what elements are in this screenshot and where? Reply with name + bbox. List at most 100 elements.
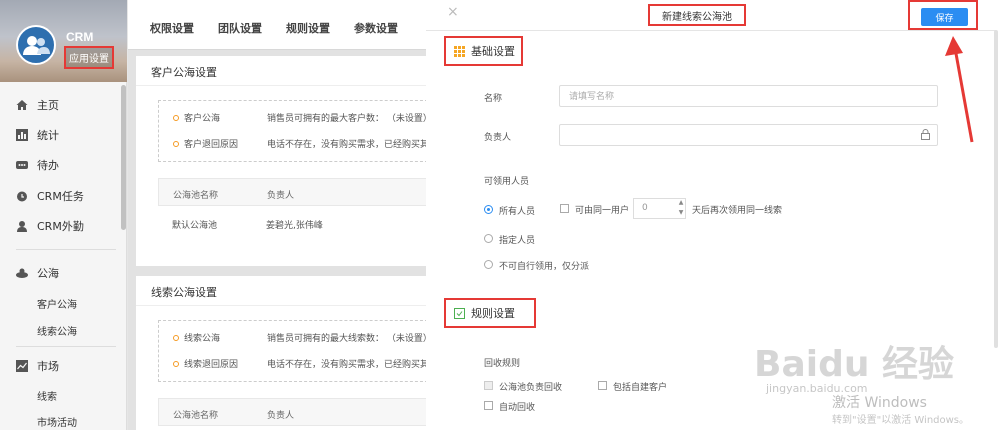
user-pin-icon bbox=[16, 220, 28, 232]
auto-recycle-checkbox[interactable] bbox=[484, 401, 493, 410]
crm-logo-icon bbox=[16, 25, 56, 65]
column-header: 负责人 bbox=[267, 411, 295, 421]
app-header: CRM 应用设置 bbox=[0, 0, 127, 82]
rule-item: 线索退回原因 bbox=[173, 357, 238, 370]
same-user-label: 可由同一用户 bbox=[575, 206, 630, 216]
radio-all-users[interactable] bbox=[484, 205, 493, 214]
sidebar-item-label: CRM任务 bbox=[37, 190, 84, 203]
trend-icon bbox=[16, 360, 28, 372]
owner-recycle-checkbox[interactable] bbox=[484, 381, 493, 390]
recycle-label: 回收规则 bbox=[484, 359, 521, 369]
sidebar-item-home[interactable]: 主页 bbox=[16, 94, 59, 116]
stepper-arrows-icon[interactable]: ▲ ▼ bbox=[676, 198, 686, 219]
same-user-checkbox[interactable] bbox=[560, 204, 569, 213]
card-title: 线索公海设置 bbox=[151, 286, 217, 299]
rule-desc: 销售员可拥有的最大客户数： （未设置） bbox=[267, 114, 432, 124]
rule-box: 线索公海 销售员可拥有的最大线索数： （未设置） 线索退回原因 电话不存在，没有… bbox=[158, 320, 432, 382]
sidebar-item-market[interactable]: 市场 bbox=[16, 355, 59, 377]
sidebar: CRM 应用设置 主页 统计 待办 CRM任务 CRM外勤 公海 客户公海 线索… bbox=[0, 0, 127, 430]
table-header: 公海池名称 负责人 bbox=[158, 178, 428, 206]
sidebar-sub-leads[interactable]: 线索 bbox=[37, 388, 57, 403]
column-header: 公海池名称 bbox=[173, 411, 219, 421]
windows-activation-title: 激活 Windows bbox=[832, 395, 927, 411]
chat-icon bbox=[16, 159, 28, 171]
sidebar-item-stats[interactable]: 统计 bbox=[16, 124, 59, 146]
baidu-watermark: Baidu 经验 bbox=[754, 344, 955, 385]
grid-icon bbox=[454, 45, 465, 57]
tab-rules[interactable]: 规则设置 bbox=[286, 20, 330, 36]
rule-desc: 销售员可拥有的最大线索数： （未设置） bbox=[267, 334, 432, 344]
save-highlight: 保存 bbox=[908, 0, 978, 30]
rule-box: 客户公海 销售员可拥有的最大客户数： （未设置） 客户退回原因 电话不存在，没有… bbox=[158, 100, 432, 162]
owner-input[interactable] bbox=[559, 124, 938, 146]
sidebar-item-label: 市场 bbox=[37, 360, 59, 373]
auto-recycle-label: 自动回收 bbox=[499, 403, 536, 413]
sidebar-scrollbar[interactable] bbox=[121, 85, 126, 230]
home-icon bbox=[16, 99, 28, 111]
card-title: 客户公海设置 bbox=[151, 66, 217, 79]
tab-permissions[interactable]: 权限设置 bbox=[150, 20, 194, 36]
rule-item: 客户公海 bbox=[173, 111, 220, 124]
lead-pool-card: 线索公海设置 线索公海 销售员可拥有的最大线索数： （未设置） 线索退回原因 电… bbox=[136, 276, 432, 430]
name-label: 名称 bbox=[484, 94, 503, 104]
lock-icon bbox=[921, 129, 930, 143]
rule-desc: 电话不存在，没有购买需求，已经购买其 bbox=[267, 360, 430, 370]
new-lead-pool-panel: × 新建线索公海池 保存 基础设置 名称 负责人 可领用人员 所有人员 可由同一… bbox=[426, 0, 1000, 430]
app-name: CRM bbox=[66, 30, 94, 44]
sidebar-item-pool[interactable]: 公海 bbox=[16, 262, 59, 284]
save-button[interactable]: 保存 bbox=[921, 8, 968, 26]
section-title: 规则设置 bbox=[471, 307, 515, 320]
pool-icon bbox=[16, 267, 28, 279]
sidebar-item-label: CRM外勤 bbox=[37, 220, 84, 233]
sidebar-item-label: 主页 bbox=[37, 99, 59, 112]
app-settings-link[interactable]: 应用设置 bbox=[64, 46, 114, 69]
sidebar-item-label: 统计 bbox=[37, 129, 59, 142]
column-header: 公海池名称 bbox=[173, 191, 219, 201]
close-icon[interactable]: × bbox=[447, 4, 459, 20]
sidebar-sub-campaigns[interactable]: 市场活动 bbox=[37, 414, 77, 429]
divider bbox=[426, 30, 996, 31]
owner-label: 负责人 bbox=[484, 133, 512, 143]
sidebar-divider bbox=[16, 249, 116, 250]
rule-icon bbox=[454, 307, 465, 319]
settings-tabs: 权限设置 团队设置 规则设置 参数设置 bbox=[128, 0, 426, 50]
pool-owner: 姜碧光,张伟峰 bbox=[266, 221, 323, 231]
column-header: 负责人 bbox=[267, 191, 295, 201]
sidebar-item-crm-task[interactable]: CRM任务 bbox=[16, 185, 84, 207]
pool-name: 默认公海池 bbox=[172, 221, 218, 231]
sidebar-item-crm-field[interactable]: CRM外勤 bbox=[16, 215, 84, 237]
radio-all-users-label: 所有人员 bbox=[499, 207, 536, 217]
rule-item: 线索公海 bbox=[173, 331, 220, 344]
rule-item: 客户退回原因 bbox=[173, 137, 238, 150]
include-self-label: 包括自建客户 bbox=[613, 383, 668, 393]
tab-params[interactable]: 参数设置 bbox=[354, 20, 398, 36]
alarm-icon bbox=[16, 190, 28, 202]
rule-desc: 电话不存在，没有购买需求，已经购买其 bbox=[267, 140, 430, 150]
radio-specified-label: 指定人员 bbox=[499, 236, 536, 246]
basic-settings-section: 基础设置 bbox=[444, 36, 523, 66]
radio-specified-users[interactable] bbox=[484, 234, 493, 243]
sidebar-sub-lead-pool[interactable]: 线索公海 bbox=[37, 323, 77, 338]
customer-pool-card: 客户公海设置 客户公海 销售员可拥有的最大客户数： （未设置） 客户退回原因 电… bbox=[136, 56, 432, 266]
rule-settings-section: 规则设置 bbox=[444, 298, 536, 328]
radio-assign-only-label: 不可自行领用，仅分派 bbox=[499, 262, 590, 272]
bar-chart-icon bbox=[16, 129, 28, 141]
tab-team[interactable]: 团队设置 bbox=[218, 20, 262, 36]
name-input[interactable] bbox=[559, 85, 938, 107]
panel-title: 新建线索公海池 bbox=[648, 4, 746, 26]
days-suffix: 天后再次领用同一线索 bbox=[692, 206, 783, 216]
claimers-label: 可领用人员 bbox=[484, 177, 530, 187]
windows-activation-text: 转到"设置"以激活 Windows。 bbox=[832, 415, 970, 426]
sidebar-divider bbox=[16, 346, 116, 347]
sidebar-item-label: 待办 bbox=[37, 159, 59, 172]
include-self-checkbox[interactable] bbox=[598, 381, 607, 390]
table-header: 公海池名称 负责人 bbox=[158, 398, 428, 426]
sidebar-item-todo[interactable]: 待办 bbox=[16, 154, 59, 176]
sidebar-sub-customer-pool[interactable]: 客户公海 bbox=[37, 296, 77, 311]
section-title: 基础设置 bbox=[471, 45, 515, 58]
owner-recycle-label: 公海池负责回收 bbox=[499, 383, 563, 393]
radio-assign-only[interactable] bbox=[484, 260, 493, 269]
panel-scrollbar[interactable] bbox=[994, 30, 998, 348]
sidebar-item-label: 公海 bbox=[37, 267, 59, 280]
main-content: 权限设置 团队设置 规则设置 参数设置 客户公海设置 客户公海 销售员可拥有的最… bbox=[128, 0, 432, 430]
